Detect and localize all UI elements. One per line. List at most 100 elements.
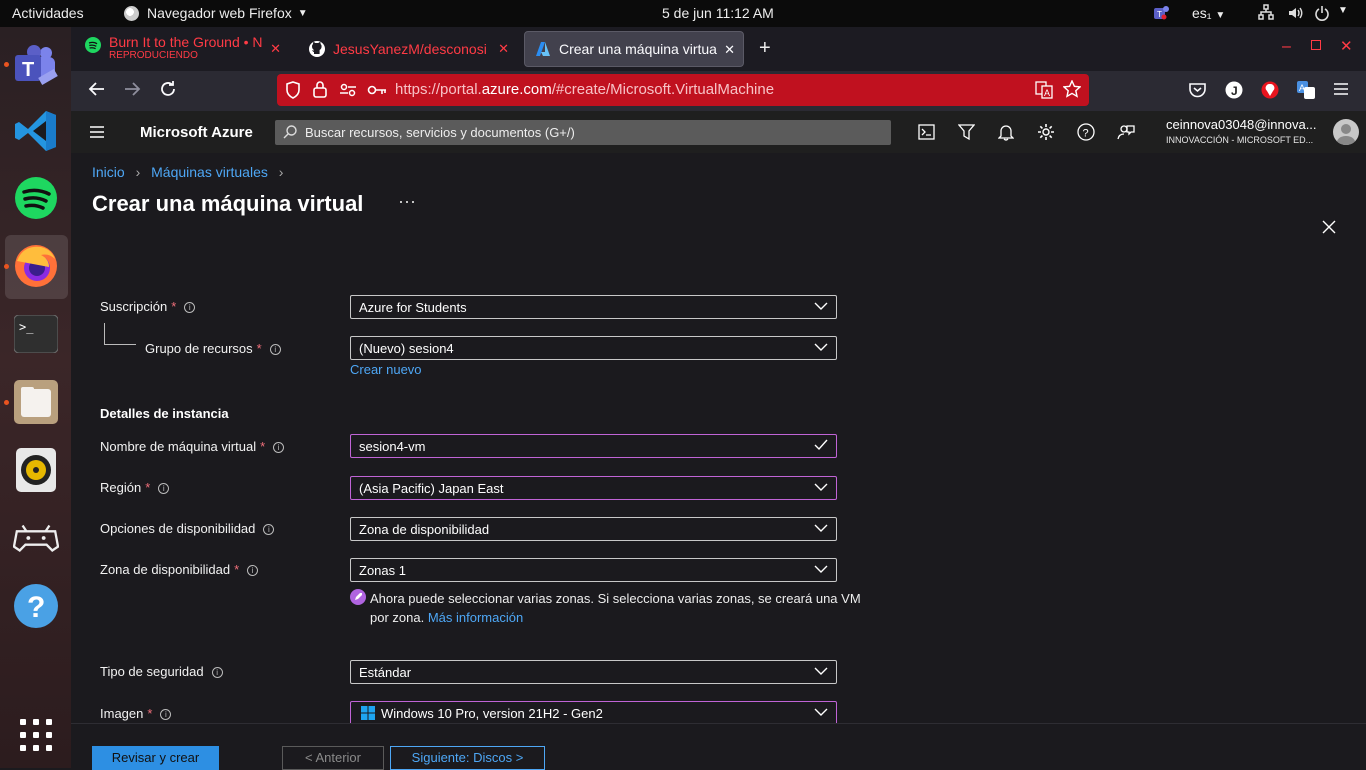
create-new-link[interactable]: Crear nuevo [350, 362, 422, 377]
portal-content: Inicio › Máquinas virtuales › Crear una … [71, 153, 1366, 770]
azure-brand[interactable]: Microsoft Azure [140, 124, 253, 141]
info-icon[interactable]: i [211, 667, 223, 679]
spotify-icon[interactable] [13, 175, 59, 221]
close-window-icon[interactable]: ✕ [1340, 37, 1353, 55]
terminal-icon[interactable]: >_ [13, 311, 59, 357]
translate-extension-icon[interactable]: A [1297, 81, 1315, 104]
image-select[interactable]: Windows 10 Pro, version 21H2 - Gen2 [350, 701, 837, 723]
resource-group-select[interactable]: (Nuevo) sesion4 [350, 336, 837, 360]
info-icon[interactable]: i [263, 524, 275, 536]
info-icon[interactable]: i [247, 565, 259, 577]
next-disks-button[interactable]: Siguiente: Discos > [390, 746, 545, 770]
global-search[interactable]: Buscar recursos, servicios y documentos … [275, 120, 891, 145]
review-create-button[interactable]: Revisar y crear [92, 746, 219, 770]
tab-spotify[interactable]: Burn It to the Ground • N REPRODUCIENDO … [75, 31, 289, 67]
rocket-icon [350, 589, 366, 610]
vscode-icon[interactable] [13, 108, 59, 154]
translate-icon[interactable]: A [1035, 81, 1053, 103]
bookmark-star-icon[interactable] [1062, 79, 1082, 102]
files-icon[interactable] [13, 379, 59, 425]
url-bar[interactable]: https://portal.azure.com/#create/Microso… [277, 74, 1089, 106]
tracking-shield-icon[interactable] [285, 81, 301, 103]
label-text: Nombre de máquina virtual [100, 439, 257, 454]
chevron-down-icon[interactable]: ▼ [1338, 5, 1348, 16]
permissions-icon[interactable] [339, 82, 357, 102]
directory-filter-icon[interactable] [957, 123, 976, 146]
close-blade-icon[interactable] [1322, 220, 1336, 239]
retroarch-icon[interactable] [13, 515, 59, 561]
footer-bar: Revisar y crear < Anterior Siguiente: Di… [71, 723, 1366, 770]
hamburger-menu-icon[interactable] [1333, 82, 1349, 101]
portal-menu-icon[interactable] [89, 125, 105, 144]
close-tab-icon[interactable]: ✕ [270, 41, 281, 57]
search-placeholder: Buscar recursos, servicios y documentos … [305, 125, 575, 140]
close-tab-icon[interactable]: ✕ [724, 42, 735, 58]
app-grid-icon[interactable] [13, 712, 59, 758]
minimize-icon[interactable]: – [1282, 38, 1291, 56]
lock-icon[interactable] [313, 81, 327, 102]
firefox-icon[interactable] [13, 243, 59, 289]
key-icon[interactable] [367, 82, 387, 102]
breadcrumb: Inicio › Máquinas virtuales › [92, 164, 283, 180]
extension-red-icon[interactable] [1261, 81, 1279, 104]
close-tab-icon[interactable]: ✕ [498, 41, 509, 57]
rhythmbox-icon[interactable] [13, 447, 59, 493]
app-menu[interactable]: Navegador web Firefox ▼ [124, 5, 308, 21]
feedback-icon[interactable] [1117, 123, 1135, 146]
form-scroll-area[interactable]: Suscripción * i Azure for Students Grupo d… [71, 268, 1366, 723]
chevron-down-icon [814, 705, 828, 719]
extension-j-icon[interactable]: J [1225, 81, 1243, 104]
info-icon[interactable]: i [273, 442, 285, 454]
security-type-select[interactable]: Estándar [350, 660, 837, 684]
svg-text:?: ? [27, 591, 45, 624]
language-indicator[interactable]: es₁ ▼ [1192, 5, 1225, 21]
info-icon[interactable]: i [269, 344, 281, 356]
vm-name-input[interactable]: sesion4-vm [350, 434, 837, 458]
new-tab-icon[interactable]: + [759, 38, 771, 58]
chevron-down-icon: ▼ [297, 7, 308, 19]
teams-icon[interactable]: T [13, 43, 59, 89]
availability-options-select[interactable]: Zona de disponibilidad [350, 517, 837, 541]
cloud-shell-icon[interactable] [918, 124, 935, 145]
settings-gear-icon[interactable] [1037, 123, 1055, 146]
network-icon[interactable] [1258, 4, 1274, 23]
input-value: sesion4-vm [359, 439, 426, 454]
teams-tray-icon[interactable]: T [1152, 4, 1170, 25]
url-text[interactable]: https://portal.azure.com/#create/Microso… [395, 81, 774, 98]
region-select[interactable]: (Asia Pacific) Japan East [350, 476, 837, 500]
availability-zone-select[interactable]: Zonas 1 [350, 558, 837, 582]
clock[interactable]: 5 de jun 11:12 AM [662, 5, 774, 21]
pocket-icon[interactable] [1189, 82, 1206, 103]
account-info[interactable]: ceinnova03048@innova... INNOVACCIÓN - MI… [1166, 117, 1317, 145]
breadcrumb-vms-link[interactable]: Máquinas virtuales [151, 164, 268, 180]
info-icon[interactable]: i [184, 302, 196, 314]
power-icon[interactable] [1314, 5, 1330, 24]
url-path: /#create/Microsoft.VirtualMachine [551, 81, 775, 98]
github-icon [309, 41, 325, 57]
reload-icon[interactable] [159, 80, 177, 103]
more-info-link[interactable]: Más información [428, 610, 523, 625]
maximize-icon[interactable] [1311, 40, 1321, 50]
account-name: ceinnova03048@innova... [1166, 117, 1317, 132]
previous-button[interactable]: < Anterior [282, 746, 384, 770]
info-icon[interactable]: i [160, 709, 172, 721]
volume-icon[interactable] [1287, 5, 1303, 24]
more-options-icon[interactable]: ··· [398, 191, 416, 212]
label-text: Opciones de disponibilidad [100, 521, 256, 536]
activities-button[interactable]: Actividades [12, 5, 84, 21]
back-icon[interactable] [88, 80, 106, 103]
breadcrumb-home-link[interactable]: Inicio [92, 164, 125, 180]
help-icon[interactable]: ? [13, 583, 59, 629]
zone-info-line: por zona. [370, 610, 425, 625]
forward-icon[interactable] [123, 80, 141, 103]
chevron-down-icon: ▼ [1215, 10, 1226, 21]
help-question-icon[interactable]: ? [1077, 123, 1095, 146]
region-label: Región * i [100, 480, 170, 495]
avatar[interactable] [1333, 119, 1359, 145]
subscription-select[interactable]: Azure for Students [350, 295, 837, 319]
tab-github[interactable]: JesusYanezM/desconosi ✕ [299, 31, 517, 67]
tab-azure-active[interactable]: Crear una máquina virtua ✕ [524, 31, 744, 67]
notifications-bell-icon[interactable] [997, 123, 1015, 146]
chevron-down-icon [814, 521, 828, 535]
info-icon[interactable]: i [158, 483, 170, 495]
